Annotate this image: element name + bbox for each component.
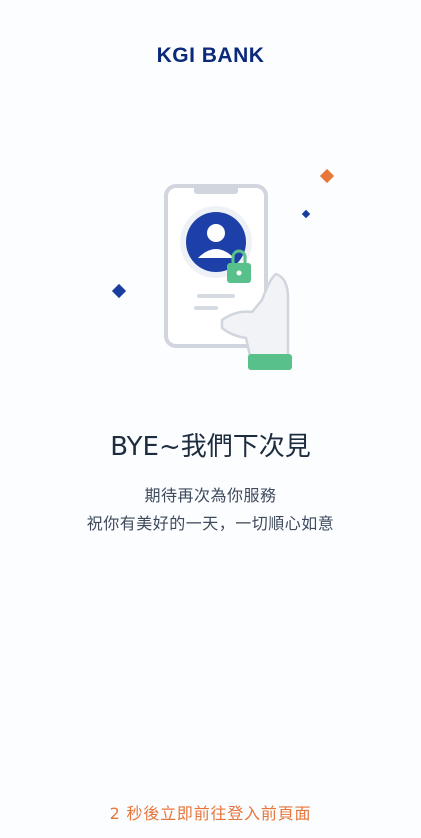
logout-illustration bbox=[111, 168, 335, 370]
brand-logo: KGI BANK bbox=[156, 44, 265, 67]
diamond-icon-orange bbox=[319, 168, 335, 184]
farewell-title: BYE~我們下次見 bbox=[110, 432, 311, 462]
diamond-icon-navy-small bbox=[301, 209, 311, 219]
logout-screen: KGI BANK BYE~我們下次見 期待再次為你服務 祝你有美好的一天，一切順… bbox=[0, 0, 421, 838]
redirect-countdown: 2 秒後立即前往登入前頁面 bbox=[109, 804, 312, 823]
diamond-icon-navy bbox=[111, 283, 127, 299]
farewell-message-line1: 期待再次為你服務 bbox=[144, 486, 277, 505]
farewell-message-line2: 祝你有美好的一天，一切順心如意 bbox=[86, 514, 335, 533]
